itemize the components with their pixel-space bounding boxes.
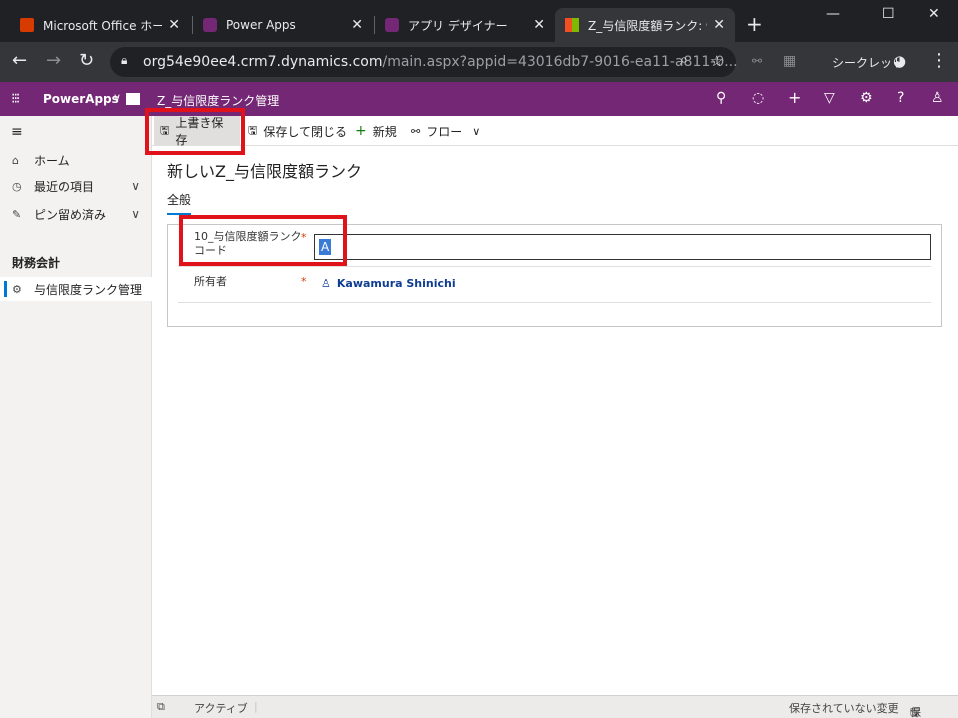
zoom-search-icon[interactable]: ⌕ (680, 52, 688, 68)
chevron-down-icon: ∨ (472, 124, 481, 138)
url-host: org54e90ee4.crm7.dynamics.com (143, 54, 383, 70)
sidebar-group-title: 財務会計 (12, 256, 61, 270)
footer-save-label: 保存 (910, 706, 921, 718)
sidebar-item-label: 与信限度ランク管理 (34, 282, 143, 297)
field-label-owner: 所有者 (194, 275, 227, 288)
sidebar-item-label: ホーム (34, 153, 70, 168)
add-icon[interactable]: + (788, 88, 801, 107)
new-label: 新規 (372, 124, 397, 139)
sitemap-sidebar: ≡ ⌂ ホーム ◷ 最近の項目 ∨ ✎ ピン留め済み ∨ 財務会計 ⚙ 与信限度… (0, 116, 152, 718)
unsaved-changes-text: 保存されていない変更 (789, 702, 899, 715)
window-close-icon[interactable]: ✕ (928, 6, 940, 22)
home-icon: ⌂ (12, 153, 19, 167)
filter-icon[interactable]: ▽ (824, 90, 835, 106)
browser-tab-bar: Microsoft Office ホーム ✕ Power Apps ✕ アプリ … (0, 0, 958, 42)
browser-tab-active[interactable]: Z_与信限度額ランク: 情 ✕ (555, 8, 735, 42)
status-footer: ⧉ アクティブ | 保存されていない変更 🖫 保存 (152, 695, 958, 718)
sidebar-item-label: 最近の項目 (34, 179, 95, 194)
address-bar[interactable]: 🔒︎ org54e90ee4.crm7.dynamics.com/main.as… (110, 47, 738, 77)
close-icon[interactable]: ✕ (713, 17, 725, 33)
incognito-icon[interactable]: ◕ (893, 51, 906, 71)
browser-toolbar: ← → ↻ 🔒︎ org54e90ee4.crm7.dynamics.com/m… (0, 42, 958, 82)
sidebar-item-label: ピン留め済み (34, 207, 107, 222)
close-icon[interactable]: ✕ (533, 17, 545, 33)
close-icon[interactable]: ✕ (168, 17, 180, 33)
microsoft-logo-icon (565, 18, 579, 32)
app-header: ⁝⁝⁝ PowerApps ∨ Z_与信限度ランク管理 ⚲ ◌ + ▽ ⚙ ? … (0, 82, 958, 116)
open-in-window-icon[interactable]: ⧉ (157, 700, 165, 714)
powerapps-icon (203, 18, 217, 32)
assistant-icon[interactable]: ◌ (752, 90, 764, 106)
flow-label: フロー (426, 124, 463, 139)
flow-button[interactable]: ⚯ フロー ∨ (405, 116, 486, 146)
row-divider (178, 266, 931, 267)
minimize-icon[interactable]: — (826, 6, 840, 22)
back-icon[interactable]: ← (12, 51, 27, 71)
browser-tab-powerapps[interactable]: Power Apps ✕ (193, 8, 373, 42)
app-launcher-icon[interactable]: ⁝⁝⁝ (11, 91, 20, 107)
sidebar-item-credit-rank[interactable]: ⚙ 与信限度ランク管理 (0, 277, 152, 301)
app-name[interactable]: PowerApps (43, 92, 119, 106)
tab-general[interactable]: 全般 (167, 191, 192, 215)
help-icon[interactable]: ? (897, 90, 904, 106)
row-divider (178, 302, 931, 303)
bookmark-star-icon[interactable]: ☆ (710, 52, 723, 70)
extension-icon[interactable]: ▦ (783, 51, 796, 71)
sidebar-item-pinned[interactable]: ✎ ピン留め済み ∨ (0, 202, 152, 226)
forward-icon[interactable]: → (46, 51, 61, 71)
powerapps-icon (385, 18, 399, 32)
user-icon[interactable]: ♙ (931, 90, 944, 106)
hamburger-icon[interactable]: ≡ (11, 124, 23, 140)
sidebar-item-home[interactable]: ⌂ ホーム (0, 148, 152, 172)
footer-divider: | (254, 700, 258, 713)
save-close-label: 保存して閉じる (263, 124, 348, 139)
rank-code-input[interactable]: A (314, 234, 931, 260)
new-tab-icon[interactable]: + (746, 14, 763, 34)
app-selector-icon[interactable] (126, 93, 140, 105)
reload-icon[interactable]: ↻ (79, 51, 94, 71)
highlight-box (179, 215, 347, 266)
highlight-box (145, 108, 245, 155)
save-and-close-button[interactable]: 🖫 保存して閉じる (242, 116, 353, 146)
lock-icon: 🔒︎ (121, 53, 128, 67)
new-button[interactable]: + 新規 (349, 116, 403, 146)
close-icon[interactable]: ✕ (351, 17, 363, 33)
person-icon: ♙ (321, 277, 331, 290)
required-marker: * (301, 275, 307, 288)
tab-title: Z_与信限度額ランク: 情 (588, 18, 708, 33)
record-status: アクティブ (194, 702, 248, 715)
gear-icon[interactable]: ⚙ (860, 90, 873, 106)
pin-icon: ✎ (12, 207, 22, 221)
search-icon[interactable]: ⚲ (716, 90, 726, 106)
browser-tab-app-designer[interactable]: アプリ デザイナー ✕ (375, 8, 555, 42)
chevron-down-icon[interactable]: ∨ (131, 207, 140, 221)
office-icon (20, 18, 34, 32)
browser-tab-office[interactable]: Microsoft Office ホーム ✕ (10, 8, 190, 42)
sidebar-item-recent[interactable]: ◷ 最近の項目 ∨ (0, 174, 152, 198)
form-title: 新しいZ_与信限度額ランク (167, 162, 362, 181)
tab-title: Microsoft Office ホーム (43, 18, 163, 33)
add-icon: + (355, 123, 367, 139)
tab-title: Power Apps (226, 18, 296, 32)
entity-title: Z_与信限度ランク管理 (157, 94, 280, 108)
puzzle-icon: ⚙ (12, 282, 22, 296)
command-bar: 🖫 上書き保存 🖫 保存して閉じる + 新規 ⚯ フロー ∨ (152, 116, 958, 147)
chevron-down-icon[interactable]: ∨ (113, 91, 121, 104)
flow-icon: ⚯ (411, 124, 421, 138)
owner-lookup[interactable]: ♙ Kawamura Shinichi (321, 277, 456, 290)
maximize-icon[interactable]: ☐ (882, 6, 895, 22)
chevron-down-icon[interactable]: ∨ (131, 179, 140, 193)
url-text: org54e90ee4.crm7.dynamics.com/main.aspx?… (143, 54, 738, 70)
clock-icon: ◷ (12, 179, 22, 193)
tab-title: アプリ デザイナー (408, 18, 508, 33)
owner-name: Kawamura Shinichi (336, 277, 456, 290)
extension-icon[interactable]: ⚯ (752, 51, 762, 71)
menu-icon[interactable]: ⋮ (930, 51, 948, 71)
save-close-icon: 🖫 (248, 123, 258, 137)
